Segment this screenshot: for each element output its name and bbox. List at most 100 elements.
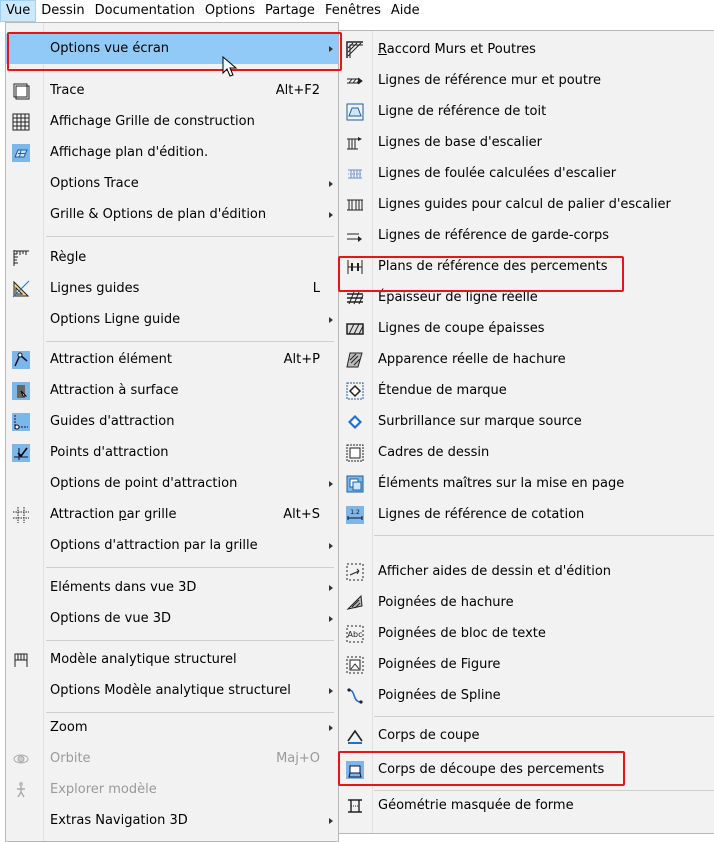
menu-item-options-attraction-grille[interactable]: Options d'attraction par la grille xyxy=(6,531,338,561)
figure-handles-icon xyxy=(346,656,364,674)
menu-item-attraction-element[interactable]: Attraction élément Alt+P xyxy=(6,345,338,375)
submenu-item-lignes-ref-mur-poutre[interactable]: Lignes de référence mur et poutre xyxy=(339,66,714,96)
highlight-box-options-vue-ecran xyxy=(7,32,342,71)
menu-item-orbite[interactable]: Orbite Maj+O xyxy=(6,744,338,774)
ruler-icon xyxy=(13,250,29,266)
submenu-item-lignes-foulee[interactable]: Lignes de foulée calculées d'escalier xyxy=(339,159,714,189)
drawing-aids-icon xyxy=(346,563,364,581)
master-layout-icon xyxy=(346,475,364,493)
menu-item-trace[interactable]: Trace Alt+F2 xyxy=(6,76,338,106)
submenu-item-cadres-dessin[interactable]: Cadres de dessin xyxy=(339,438,714,468)
menu-options[interactable]: Options xyxy=(200,0,260,22)
menu-item-modele-analytique[interactable]: Modèle analytique structurel xyxy=(6,645,338,675)
menu-item-options-point-attraction[interactable]: Options de point d'attraction xyxy=(6,469,338,499)
menu-item-grille-construction[interactable]: Affichage Grille de construction xyxy=(6,107,338,137)
stair-baseline-icon xyxy=(347,137,362,150)
menu-separator xyxy=(46,236,334,237)
submenu-item-lignes-guides-palier[interactable]: Lignes guides pour calcul de palier d'es… xyxy=(339,190,714,220)
menu-item-elements-vue-3d[interactable]: Eléments dans vue 3D xyxy=(6,573,338,603)
submenu-arrow-icon xyxy=(329,725,333,731)
vue-dropdown-menu: Options vue écran Trace Alt+F2 Affichage … xyxy=(5,22,339,842)
submenu-item-elements-maitres[interactable]: Éléments maîtres sur la mise en page xyxy=(339,469,714,499)
submenu-item-poignees-bloc-texte[interactable]: Abc Poignées de bloc de texte xyxy=(339,619,714,649)
source-marker-icon xyxy=(348,415,362,429)
menu-bar: Vue Dessin Documentation Options Partage… xyxy=(0,0,714,22)
menu-documentation[interactable]: Documentation xyxy=(90,0,200,22)
submenu-arrow-icon xyxy=(329,317,333,323)
element-snap-icon xyxy=(12,351,30,369)
explore-icon xyxy=(17,782,25,798)
submenu-item-raccord-murs-poutres[interactable]: Raccord Murs et Poutres xyxy=(339,35,714,65)
submenu-item-ligne-ref-toit[interactable]: Ligne de référence de toit xyxy=(339,97,714,127)
menu-item-options-ligne-guide[interactable]: Options Ligne guide xyxy=(6,305,338,335)
menu-separator xyxy=(46,640,334,641)
menu-item-attraction-surface[interactable]: Attraction à surface xyxy=(6,376,338,406)
menu-item-extras-navigation-3d[interactable]: Extras Navigation 3D xyxy=(6,806,338,836)
menu-item-options-trace[interactable]: Options Trace xyxy=(6,169,338,199)
vectorial-hatching-icon xyxy=(346,352,363,368)
menu-item-options-vue-3d[interactable]: Options de vue 3D xyxy=(6,604,338,634)
submenu-item-afficher-aides[interactable]: Afficher aides de dessin et d'édition xyxy=(339,557,714,587)
submenu-item-lignes-coupe-epaisses[interactable]: Lignes de coupe épaisses xyxy=(339,314,714,344)
submenu-item-lignes-ref-cotation[interactable]: 1.2 Lignes de référence de cotation xyxy=(339,500,714,530)
construction-grid-icon xyxy=(12,113,30,131)
menu-separator xyxy=(374,535,714,536)
menu-item-lignes-guides[interactable]: Lignes guides L xyxy=(6,274,338,304)
menu-separator xyxy=(46,567,334,568)
menu-separator xyxy=(374,716,714,717)
wall-reference-line-icon xyxy=(347,77,363,85)
menu-fenetres[interactable]: Fenêtres xyxy=(320,0,386,22)
surface-snap-icon xyxy=(12,382,30,400)
menu-partage[interactable]: Partage xyxy=(260,0,320,22)
menu-item-guides-attraction[interactable]: Guides d'attraction xyxy=(6,407,338,437)
drawing-frames-icon xyxy=(346,444,364,462)
stair-landing-icon xyxy=(347,199,363,211)
menu-item-options-modele-analytique[interactable]: Options Modèle analytique structurel xyxy=(6,676,338,706)
options-vue-ecran-submenu: Raccord Murs et Poutres Lignes de référe… xyxy=(338,30,714,834)
highlight-box-plans-reference xyxy=(338,256,624,292)
orbit-icon xyxy=(13,754,29,764)
guide-lines-icon xyxy=(12,280,30,298)
marker-range-icon xyxy=(346,382,364,400)
menu-vue[interactable]: Vue xyxy=(0,0,37,22)
submenu-arrow-icon xyxy=(329,181,333,187)
snap-guides-icon xyxy=(12,413,30,431)
submenu-item-geometrie-masquee[interactable]: Géométrie masquée de forme xyxy=(339,791,714,821)
submenu-item-poignees-hachure[interactable]: Poignées de hachure xyxy=(339,588,714,618)
editing-plane-icon xyxy=(12,144,30,162)
snap-points-icon xyxy=(12,444,30,462)
menu-item-regle[interactable]: Règle xyxy=(6,243,338,273)
railing-reference-icon xyxy=(347,233,362,242)
submenu-item-lignes-ref-garde-corps[interactable]: Lignes de référence de garde-corps xyxy=(339,221,714,251)
submenu-arrow-icon xyxy=(329,212,333,218)
menu-dessin[interactable]: Dessin xyxy=(36,0,89,22)
hidden-geometry-icon xyxy=(348,799,362,813)
menu-item-zoom[interactable]: Zoom xyxy=(6,713,338,743)
submenu-arrow-icon xyxy=(329,818,333,824)
menu-item-grille-options[interactable]: Grille & Options de plan d'édition xyxy=(6,200,338,230)
submenu-item-surbrillance-marque[interactable]: Surbrillance sur marque source xyxy=(339,407,714,437)
submenu-arrow-icon xyxy=(329,481,333,487)
dimension-reference-icon: 1.2 xyxy=(346,506,364,524)
grid-snap-icon xyxy=(13,507,29,523)
menu-aide[interactable]: Aide xyxy=(386,0,425,22)
menu-item-plan-edition[interactable]: Affichage plan d'édition. xyxy=(6,138,338,168)
submenu-item-lignes-base-escalier[interactable]: Lignes de base d'escalier xyxy=(339,128,714,158)
spline-handles-icon xyxy=(347,688,363,704)
bold-cut-lines-icon xyxy=(346,323,364,335)
menu-item-explorer-modele[interactable]: Explorer modèle xyxy=(6,775,338,805)
menu-item-points-attraction[interactable]: Points d'attraction xyxy=(6,438,338,468)
submenu-item-corps-coupe[interactable]: Corps de coupe xyxy=(339,721,714,751)
menu-item-attraction-grille[interactable]: Attraction par grille Alt+S xyxy=(6,500,338,530)
submenu-item-poignees-spline[interactable]: Poignées de Spline xyxy=(339,681,714,711)
wall-beam-join-icon xyxy=(346,41,363,58)
submenu-arrow-icon xyxy=(329,688,333,694)
highlight-box-corps-decoupe xyxy=(338,751,625,786)
svg-text:Abc: Abc xyxy=(348,630,363,639)
submenu-item-apparence-hachure[interactable]: Apparence réelle de hachure xyxy=(339,345,714,375)
submenu-arrow-icon xyxy=(329,585,333,591)
svg-text:1.2: 1.2 xyxy=(350,509,360,516)
roof-reference-icon xyxy=(346,103,364,121)
submenu-item-poignees-figure[interactable]: Poignées de Figure xyxy=(339,650,714,680)
submenu-item-etendue-marque[interactable]: Étendue de marque xyxy=(339,376,714,406)
